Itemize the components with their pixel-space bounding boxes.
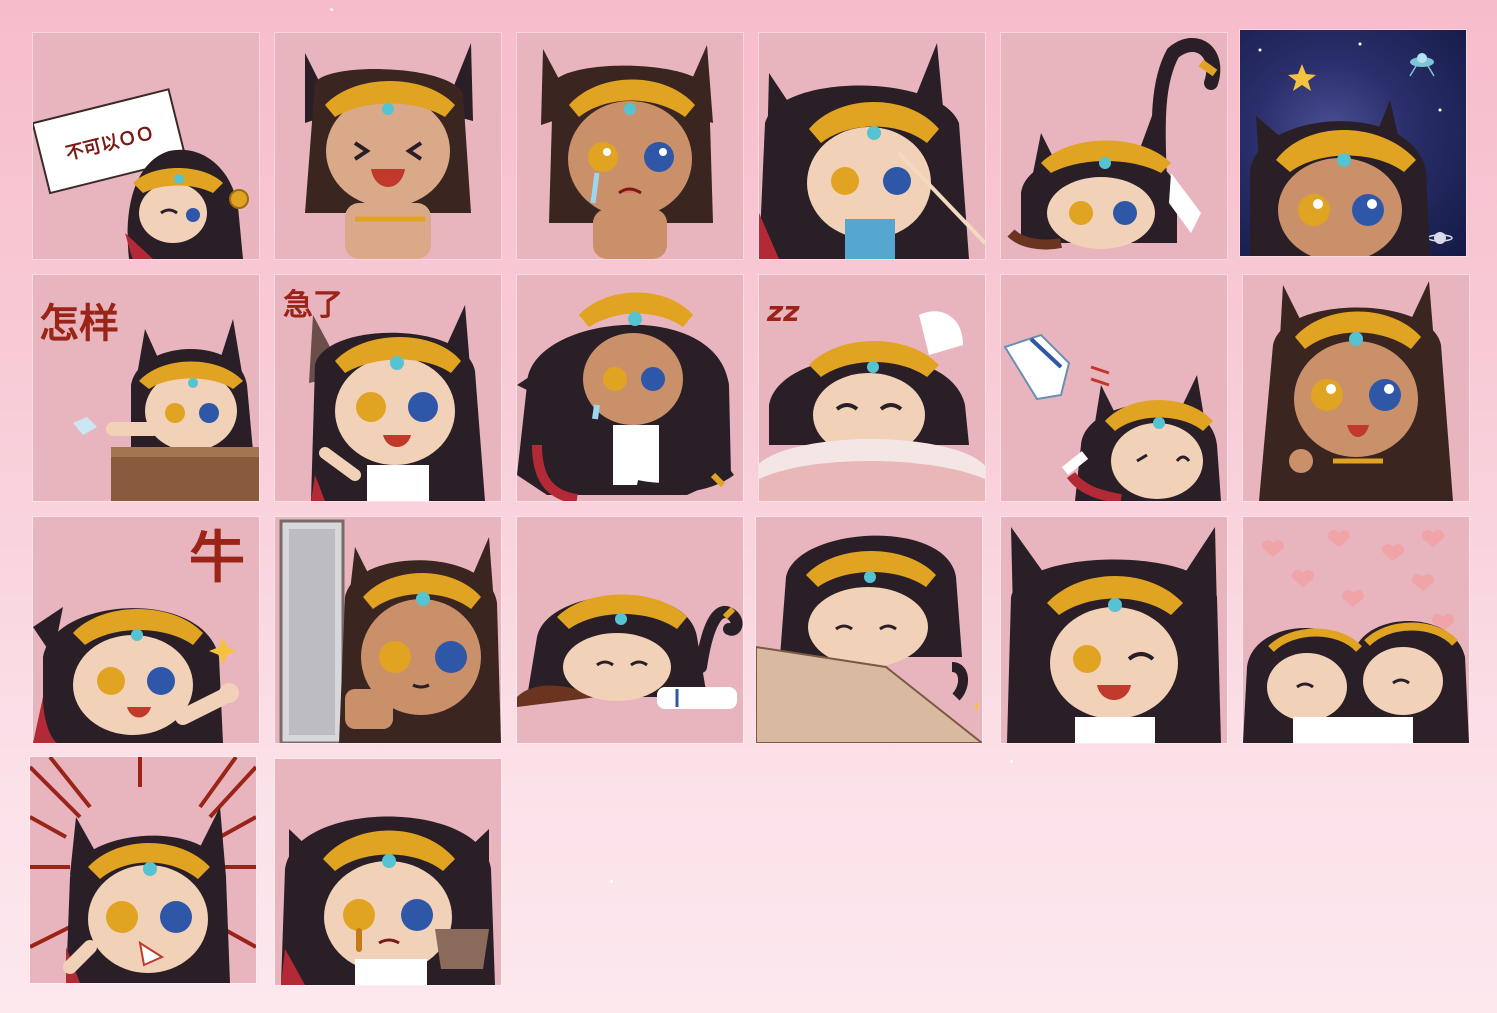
cat-girl-peeking-door-icon [279, 519, 501, 743]
cat-girl-thumbs-up-icon: 牛 [33, 526, 245, 743]
sticker-18[interactable] [1243, 517, 1469, 743]
cat-girl-pointing-icon: 急了 [283, 288, 485, 501]
sticker-5[interactable] [1001, 33, 1227, 259]
cat-girl-sleepy-icon: zz [759, 295, 985, 501]
sticker-caption: zz [766, 295, 800, 328]
sticker-1[interactable]: 不可以ＯＯ [33, 33, 259, 259]
sticker-caption: 牛 [189, 526, 245, 591]
cat-girl-waving-icon [1259, 281, 1453, 501]
sticker-9[interactable] [517, 275, 743, 501]
sticker-3[interactable] [517, 33, 743, 259]
cat-girl-poked-icon [759, 43, 985, 259]
cat-girl-tail-up-icon [1007, 38, 1221, 250]
cat-girl-shocked-icon [30, 757, 256, 983]
sticker-14[interactable] [275, 517, 501, 743]
cat-girl-hug-hearts-icon [1243, 530, 1469, 743]
sticker-caption: 怎样 [39, 301, 119, 347]
sticker-10[interactable]: zz [759, 275, 985, 501]
cat-girl-sitting-teary-icon [517, 292, 734, 501]
sticker-8[interactable]: 急了 [275, 275, 501, 501]
sticker-11[interactable] [1001, 275, 1227, 501]
sticker-13[interactable]: 牛 [33, 517, 259, 743]
sticker-17[interactable] [1001, 517, 1227, 743]
sticker-16[interactable] [756, 517, 982, 743]
cat-girl-space-icon [1250, 42, 1453, 256]
cat-girl-throwing-cloth-icon [1003, 333, 1221, 501]
cat-girl-drooling-icon [281, 816, 495, 985]
sticker-12[interactable] [1243, 275, 1469, 501]
sticker-grid: 不可以ＯＯ 怎样 急了 zz 牛 [0, 0, 1497, 1013]
cat-girl-laughing-icon [305, 43, 473, 259]
sticker-15[interactable] [517, 517, 743, 743]
cat-girl-lying-down-icon [517, 594, 743, 709]
cat-girl-crying-icon [541, 45, 713, 259]
sticker-7[interactable]: 怎样 [33, 275, 259, 501]
sticker-6[interactable] [1240, 30, 1466, 256]
sticker-20[interactable] [275, 759, 501, 985]
sticker-2[interactable] [275, 33, 501, 259]
cat-girl-holding-sign-icon: 不可以ＯＯ [33, 88, 249, 259]
sticker-4[interactable] [759, 33, 985, 259]
cat-girl-happy-icon [1007, 527, 1221, 743]
cat-girl-on-box-icon [756, 535, 982, 743]
sticker-19[interactable] [30, 757, 256, 983]
cat-girl-desk-icon: 怎样 [39, 301, 259, 501]
